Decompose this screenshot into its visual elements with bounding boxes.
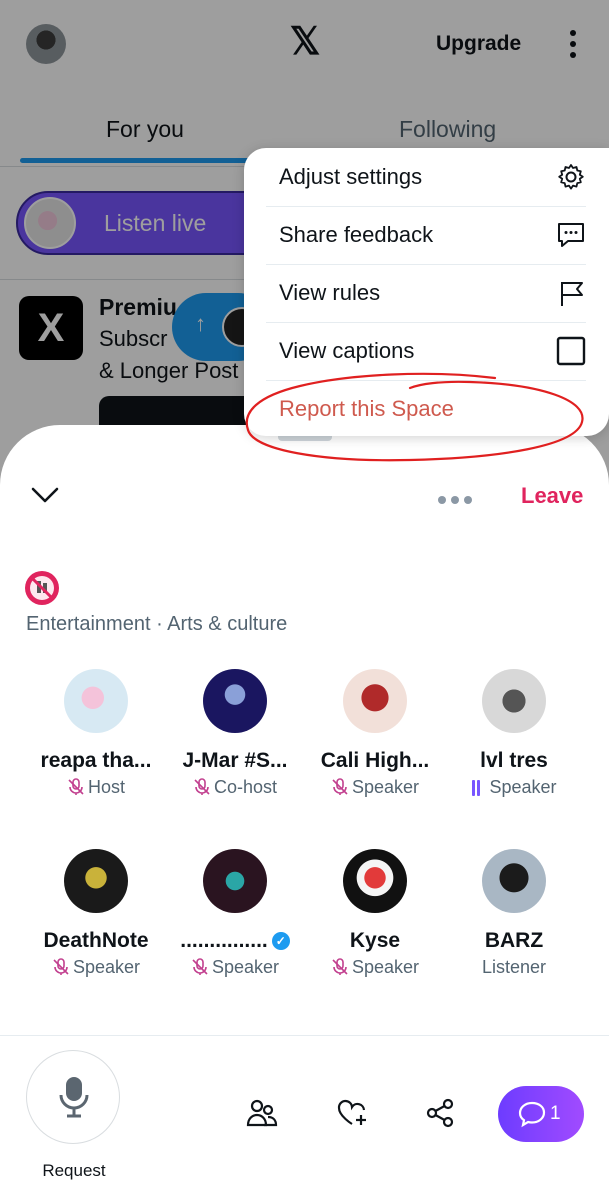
- bottom-divider: [0, 1035, 609, 1036]
- participant-card[interactable]: BARZ Listener: [444, 849, 584, 999]
- menu-item-adjust-settings[interactable]: Adjust settings: [266, 148, 586, 207]
- participant-name: reapa tha...: [40, 749, 152, 772]
- participant-role: Speaker: [305, 957, 445, 978]
- heart-add-icon[interactable]: [336, 1097, 368, 1129]
- participant-name: ............... ✓: [165, 929, 305, 953]
- participant-card[interactable]: Cali High... Speaker: [305, 669, 445, 819]
- no-recording-icon: [25, 571, 59, 605]
- menu-item-label: Adjust settings: [279, 164, 423, 189]
- participant-card[interactable]: J-Mar #S... Co-host: [165, 669, 305, 819]
- participant-avatar: [64, 669, 128, 733]
- people-icon[interactable]: [246, 1097, 278, 1129]
- participant-avatar: [203, 849, 267, 913]
- speaking-indicator-icon: [471, 780, 483, 798]
- participant-card[interactable]: lvl tres Speaker: [444, 669, 584, 819]
- request-label: Request: [42, 1161, 106, 1180]
- participant-role: Speaker: [444, 777, 584, 798]
- gear-icon: [558, 164, 584, 190]
- menu-item-view-rules[interactable]: View rules: [266, 264, 586, 323]
- participant-name: BARZ: [484, 929, 544, 952]
- participant-card[interactable]: Kyse Speaker: [305, 849, 445, 999]
- space-more-icon[interactable]: [438, 491, 478, 504]
- share-icon[interactable]: [424, 1097, 456, 1129]
- participant-name: Kyse: [349, 929, 401, 952]
- request-mic-button[interactable]: [26, 1050, 120, 1144]
- participant-avatar: [482, 669, 546, 733]
- participant-name: Cali High...: [320, 749, 430, 772]
- menu-item-view-captions[interactable]: View captions: [266, 322, 586, 381]
- participant-avatar: [343, 849, 407, 913]
- mic-muted-icon: [53, 958, 69, 975]
- mic-muted-icon: [68, 778, 84, 795]
- verified-badge-icon: ✓: [271, 932, 290, 950]
- participant-card[interactable]: reapa tha... Host: [26, 669, 166, 819]
- collapse-chevron-icon[interactable]: [30, 483, 60, 507]
- menu-item-report-space[interactable]: Report this Space: [266, 380, 586, 438]
- mic-muted-icon: [332, 778, 348, 795]
- feedback-icon: [558, 223, 584, 247]
- leave-button[interactable]: Leave: [521, 483, 583, 509]
- participant-avatar: [482, 849, 546, 913]
- menu-item-label: Report this Space: [279, 396, 454, 421]
- participant-role: Speaker: [305, 777, 445, 798]
- menu-item-label: View captions: [279, 338, 415, 363]
- space-options-menu: Adjust settings Share feedback View rule…: [244, 148, 609, 436]
- chat-count: 1: [550, 1103, 561, 1124]
- participant-avatar: [203, 669, 267, 733]
- chat-bubble-icon: [518, 1101, 546, 1128]
- participant-avatar: [343, 669, 407, 733]
- microphone-icon: [59, 1077, 89, 1118]
- participant-role: Listener: [481, 957, 547, 977]
- menu-item-label: View rules: [279, 280, 381, 305]
- participant-role: Host: [26, 777, 166, 798]
- participant-role: Co-host: [165, 777, 305, 798]
- participant-card[interactable]: ............... ✓ Speaker: [165, 849, 305, 999]
- menu-item-label: Share feedback: [279, 222, 434, 247]
- chat-button[interactable]: 1: [498, 1086, 584, 1142]
- participant-name: lvl tres: [480, 749, 548, 772]
- participant-role: Speaker: [165, 957, 305, 978]
- space-sheet: Leave Entertainment · Arts & culture rea…: [0, 425, 609, 1200]
- checkbox-icon[interactable]: [556, 336, 586, 366]
- participant-role: Speaker: [26, 957, 166, 978]
- participant-name: DeathNote: [43, 929, 149, 952]
- participant-name: J-Mar #S...: [182, 749, 288, 772]
- participant-avatar: [64, 849, 128, 913]
- mic-muted-icon: [332, 958, 348, 975]
- participant-card[interactable]: DeathNote Speaker: [26, 849, 166, 999]
- mic-muted-icon: [194, 778, 210, 795]
- mic-muted-icon: [192, 958, 208, 975]
- space-category: Entertainment · Arts & culture: [26, 613, 288, 635]
- menu-item-share-feedback[interactable]: Share feedback: [266, 206, 586, 265]
- flag-icon: [561, 282, 583, 306]
